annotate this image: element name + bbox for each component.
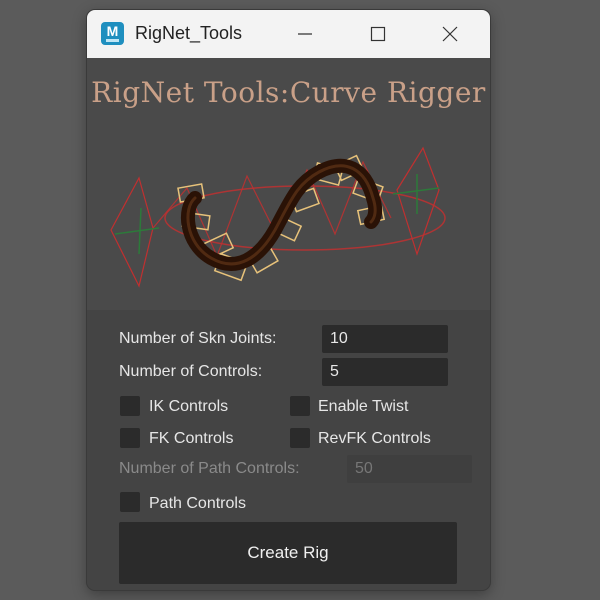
path-controls-count-field[interactable]: 50 bbox=[347, 455, 472, 483]
controls-label: Number of Controls: bbox=[119, 363, 263, 380]
revfk-controls-label: RevFK Controls bbox=[318, 430, 431, 447]
title-bar[interactable]: M RigNet_Tools bbox=[87, 10, 490, 58]
app-icon-letter: M bbox=[106, 23, 119, 39]
maximize-button[interactable] bbox=[355, 10, 401, 58]
controls-field[interactable]: 5 bbox=[322, 358, 448, 386]
enable-twist-checkbox[interactable] bbox=[290, 396, 310, 416]
minimize-icon bbox=[298, 33, 312, 35]
close-button[interactable] bbox=[427, 10, 473, 58]
maximize-icon bbox=[370, 26, 386, 42]
minimize-button[interactable] bbox=[282, 10, 328, 58]
revfk-controls-checkbox[interactable] bbox=[290, 428, 310, 448]
maya-app-icon: M bbox=[101, 22, 124, 45]
skn-joints-label: Number of Skn Joints: bbox=[119, 330, 277, 347]
create-rig-button[interactable]: Create Rig bbox=[119, 522, 457, 584]
ik-controls-label: IK Controls bbox=[149, 398, 229, 415]
window-title: RigNet_Tools bbox=[135, 23, 243, 43]
path-controls-label: Path Controls bbox=[149, 495, 246, 512]
curve-rig-illustration bbox=[110, 146, 446, 288]
banner: RigNet Tools:Curve Rigger bbox=[87, 58, 490, 310]
enable-twist-label: Enable Twist bbox=[318, 398, 409, 415]
fk-controls-checkbox[interactable] bbox=[120, 428, 140, 448]
fk-controls-label: FK Controls bbox=[149, 430, 234, 447]
path-controls-count-label: Number of Path Controls: bbox=[119, 460, 300, 477]
path-controls-checkbox[interactable] bbox=[120, 492, 140, 512]
rignet-tools-window: M RigNet_Tools RigNet Tools:Curve Rigger bbox=[87, 10, 490, 590]
ik-controls-checkbox[interactable] bbox=[120, 396, 140, 416]
options-panel: Number of Skn Joints: 10 Number of Contr… bbox=[87, 310, 490, 590]
skn-joints-field[interactable]: 10 bbox=[322, 325, 448, 353]
app-icon-strip bbox=[106, 39, 119, 42]
close-icon bbox=[442, 26, 458, 42]
